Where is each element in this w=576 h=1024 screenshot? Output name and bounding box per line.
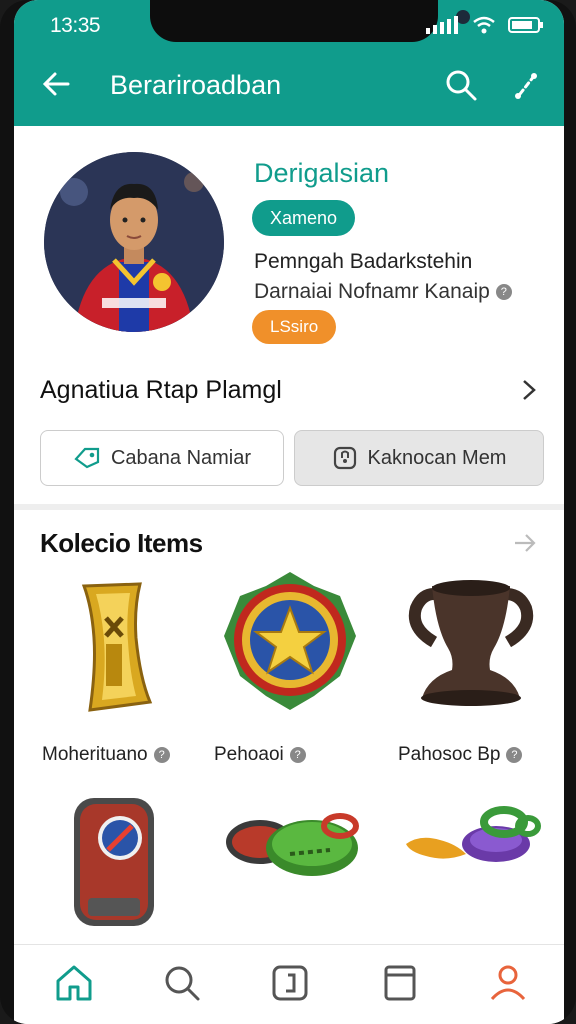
- item-label-3: Pahosoc Bp?: [398, 744, 523, 766]
- status-time: 13:35: [50, 14, 101, 37]
- signal-icon: [426, 16, 458, 34]
- trophy-cup-icon: [408, 580, 534, 706]
- app-bar: Berariroadban: [14, 48, 564, 126]
- wristband-icon: [74, 798, 154, 926]
- book-icon[interactable]: [378, 961, 422, 1005]
- profile-line-1-text: Pemngah Badarkstehin: [254, 250, 473, 273]
- item-label-3-text: Pahosoc Bp: [398, 744, 501, 765]
- profile-name: Derigalsian: [254, 158, 390, 188]
- collection-item[interactable]: [220, 800, 380, 940]
- back-arrow-icon[interactable]: [38, 66, 74, 102]
- search-icon[interactable]: [444, 68, 478, 102]
- search-icon[interactable]: [160, 961, 204, 1005]
- section-divider: [14, 504, 564, 510]
- status-bar: 13:35: [14, 0, 564, 48]
- gold-banner-icon: [81, 582, 153, 712]
- chevron-right-icon: [523, 380, 536, 400]
- profile-tag[interactable]: Xameno: [252, 200, 356, 236]
- phone-frame: 13:35 Berariroadban Derigalsian Xameno P…: [0, 0, 576, 1024]
- item-label-1: Moherituano?: [42, 744, 170, 766]
- item-label-2: Pehoaoi?: [214, 744, 306, 766]
- left-action-button[interactable]: Cabana Namiar: [40, 430, 284, 486]
- info-icon[interactable]: ?: [153, 746, 170, 763]
- lock-icon: [333, 446, 356, 470]
- right-action-button[interactable]: Kaknocan Mem: [294, 430, 544, 486]
- profile-line-2: Darnaiai Nofnamr Kanaip?: [254, 280, 512, 304]
- collection-item[interactable]: [40, 578, 200, 718]
- tag-icon: [74, 447, 100, 469]
- page-title: Berariroadban: [110, 70, 282, 100]
- collection-item[interactable]: [210, 566, 370, 710]
- item-label-1-text: Moherituano: [42, 744, 148, 765]
- notch: [150, 0, 470, 42]
- settings-row-label: Agnatiua Rtap Plamgl: [40, 376, 282, 404]
- settings-row[interactable]: Agnatiua Rtap Plamgl: [14, 360, 564, 420]
- arrow-right-icon[interactable]: [512, 530, 538, 556]
- profile-line-2-text: Darnaiai Nofnamr Kanaip: [254, 280, 490, 303]
- avatar: [44, 152, 224, 332]
- collection-item[interactable]: [394, 578, 554, 718]
- info-icon[interactable]: ?: [289, 746, 306, 763]
- bottom-nav: [14, 944, 564, 1024]
- info-icon[interactable]: ?: [506, 746, 523, 763]
- profile-line-1: Pemngah Badarkstehin: [254, 250, 472, 274]
- screen: 13:35 Berariroadban Derigalsian Xameno P…: [14, 0, 564, 1024]
- item-label-2-text: Pehoaoi: [214, 744, 284, 765]
- colorful-rings-icon: [406, 806, 541, 862]
- collection-item[interactable]: [400, 800, 560, 940]
- player-photo: [44, 152, 224, 332]
- right-action-label: Kaknocan Mem: [367, 446, 507, 469]
- profile-badge[interactable]: LSsiro: [252, 310, 337, 344]
- star-shield-icon: [224, 572, 356, 710]
- collection-item[interactable]: [54, 794, 214, 940]
- wifi-icon: [473, 16, 495, 34]
- battery-icon: [508, 17, 543, 33]
- share-icon[interactable]: [510, 68, 542, 102]
- info-icon[interactable]: ?: [495, 284, 512, 301]
- collection-icon[interactable]: [268, 961, 312, 1005]
- status-icons: [426, 16, 544, 34]
- section-title: Kolecio Items: [40, 528, 203, 558]
- home-icon[interactable]: [52, 961, 96, 1005]
- profile-icon[interactable]: [486, 961, 530, 1005]
- green-band-icon: [226, 813, 359, 876]
- left-action-label: Cabana Namiar: [110, 446, 252, 469]
